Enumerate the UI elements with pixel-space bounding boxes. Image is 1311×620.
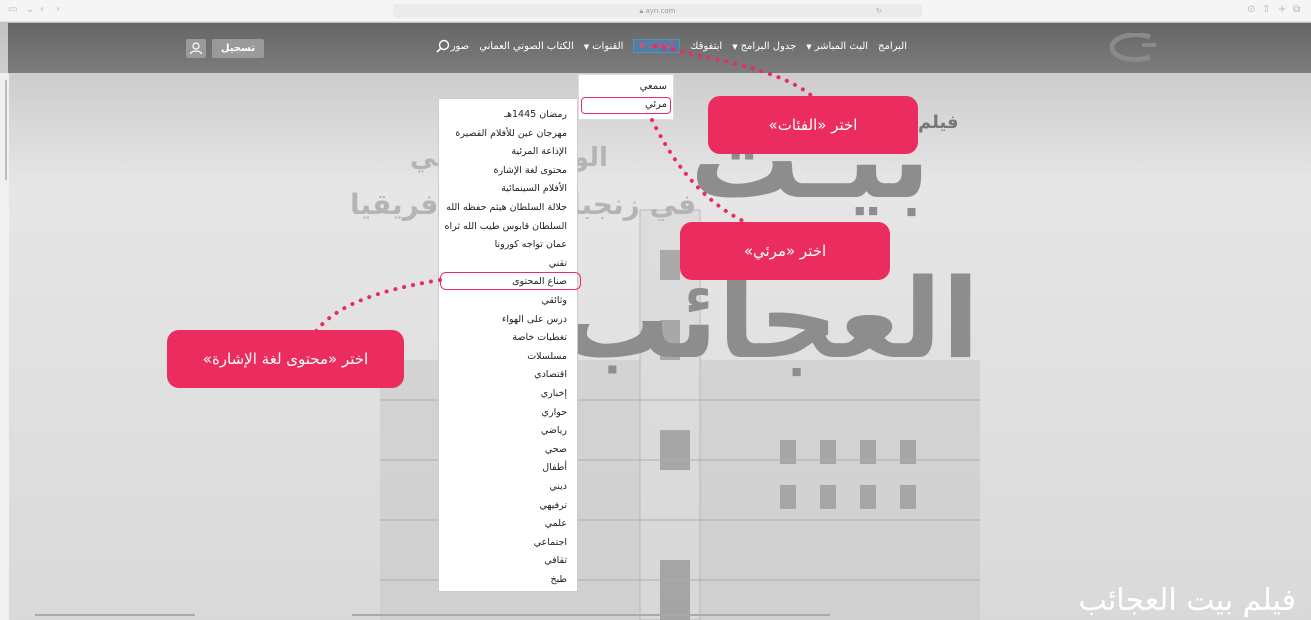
category-item[interactable]: درس على الهواء [502, 314, 567, 325]
nav-item[interactable]: ابتفوقك [690, 40, 722, 53]
address-bar[interactable]: 🔒︎ ayn.com ↻ [393, 4, 922, 18]
nav-item-label: الكتاب الصوتي العماني [479, 41, 574, 52]
nav-item-label: البث المباشر [814, 41, 869, 52]
nav-item[interactable]: القنوات ▼ [584, 40, 624, 53]
nav-item[interactable]: الكتاب الصوتي العماني [479, 40, 574, 53]
browser-toolbar: ▭ ⌄ ‹ › 🔒︎ ayn.com ↻ ⊙ ⇧ + ⧉ [0, 0, 1311, 22]
progress-line [352, 614, 830, 616]
lock-icon: 🔒︎ [639, 7, 644, 15]
nav-item-label: ابتفوقك [690, 41, 723, 52]
user-icon[interactable] [186, 39, 206, 58]
nav-item-label: الفئات [647, 40, 675, 51]
back-icon[interactable]: ‹ [40, 4, 44, 15]
content-creators-highlight [440, 272, 581, 290]
category-item[interactable]: الإذاعة المرئية [511, 146, 567, 157]
category-item[interactable]: مسلسلات [527, 351, 567, 362]
search-icon[interactable] [436, 39, 450, 53]
visual-categories-dropdown: رمضان 1445هـ مهرجان عين للأفلام القصيرة ال… [438, 98, 578, 592]
nav-item[interactable]: صور [451, 40, 470, 53]
chevron-down-icon: ▼ [583, 42, 590, 51]
callout-sign-language: اختر «محتوى لغة الإشارة» [167, 330, 404, 388]
chevron-down-icon: ▼ [732, 42, 738, 51]
nav-item[interactable]: البث المباشر ▼ [806, 40, 868, 53]
site-header: البرامج البث المباشر ▼ جدول البرامج ▼ ابتفوقك… [8, 23, 1311, 73]
chevron-down-icon: ▼ [639, 42, 645, 50]
url-text: ayn.com [645, 7, 676, 15]
reload-icon[interactable]: ↻ [876, 4, 882, 18]
nav-item-label: البرامج [878, 41, 907, 52]
category-item[interactable]: ثقافي [544, 555, 567, 566]
category-item[interactable]: إخباري [541, 388, 567, 399]
submenu-item[interactable]: سمعي [640, 81, 667, 92]
category-item[interactable]: ديني [549, 481, 567, 492]
nav-item-label: صور [450, 41, 470, 52]
category-item[interactable]: جلالة السلطان هيثم حفظه الله [446, 202, 567, 213]
nav-item[interactable]: الفئات ▼ [633, 39, 681, 53]
category-item[interactable]: رياضي [541, 425, 567, 436]
nav-item[interactable]: البرامج [878, 40, 907, 53]
sidebar-toggle-icon[interactable]: ▭ [8, 4, 17, 15]
category-item[interactable]: وثائقي [542, 295, 568, 306]
register-button[interactable]: تسجيل [212, 39, 264, 58]
nav-item-label: القنوات [592, 41, 624, 52]
chevron-down-icon: ▼ [806, 42, 812, 51]
category-item[interactable]: اقتصادي [534, 369, 567, 380]
tabs-overview-icon[interactable]: ⧉ [1293, 4, 1300, 15]
hero-film-title[interactable]: فيلم بيت العجائب [1079, 583, 1297, 618]
category-item[interactable]: حواري [542, 407, 567, 418]
category-item[interactable]: تقني [549, 258, 567, 269]
site-logo[interactable] [1098, 33, 1158, 63]
progress-line [35, 614, 195, 616]
hero-film-word: فيلم [918, 112, 959, 133]
callout-visual: اختر «مرئي» [680, 222, 890, 280]
chevron-down-icon[interactable]: ⌄ [26, 4, 34, 15]
submenu-item[interactable]: مرئي [645, 99, 667, 110]
forward-icon[interactable]: › [56, 4, 60, 15]
download-icon[interactable]: ⊙ [1247, 4, 1255, 15]
scroll-indicator [5, 80, 7, 180]
callout-categories: اختر «الفئات» [708, 96, 918, 154]
category-item[interactable]: الأفلام السينمائية [501, 183, 567, 194]
category-item[interactable]: عمان تواجه كورونا [495, 239, 567, 250]
category-item[interactable]: طبخ [550, 574, 567, 585]
nav-item[interactable]: جدول البرامج ▼ [732, 40, 796, 53]
category-item[interactable]: علمي [545, 518, 567, 529]
category-item[interactable]: اجتماعي [534, 537, 567, 548]
category-item[interactable]: محتوى لغة الإشارة [493, 165, 567, 176]
category-item[interactable]: تغطيات خاصة [512, 332, 567, 343]
categories-submenu: سمعي مرئي [578, 74, 674, 120]
category-item[interactable]: رمضان 1445هـ [504, 109, 567, 120]
nav-item-label: جدول البرامج [740, 41, 797, 52]
page: ▭ ⌄ ‹ › 🔒︎ ayn.com ↻ ⊙ ⇧ + ⧉ البرامج البث… [0, 0, 1311, 620]
category-item[interactable]: أطفال [542, 462, 567, 473]
share-icon[interactable]: ⇧ [1262, 4, 1270, 15]
new-tab-icon[interactable]: + [1278, 4, 1286, 15]
category-item[interactable]: ترفيهي [539, 500, 567, 511]
main-nav: البرامج البث المباشر ▼ جدول البرامج ▼ ابتفوقك… [451, 39, 907, 53]
category-item[interactable]: مهرجان عين للأفلام القصيرة [455, 128, 567, 139]
category-item[interactable]: صحي [545, 444, 567, 455]
category-item[interactable]: السلطان قابوس طيب الله ثراه [444, 221, 567, 232]
